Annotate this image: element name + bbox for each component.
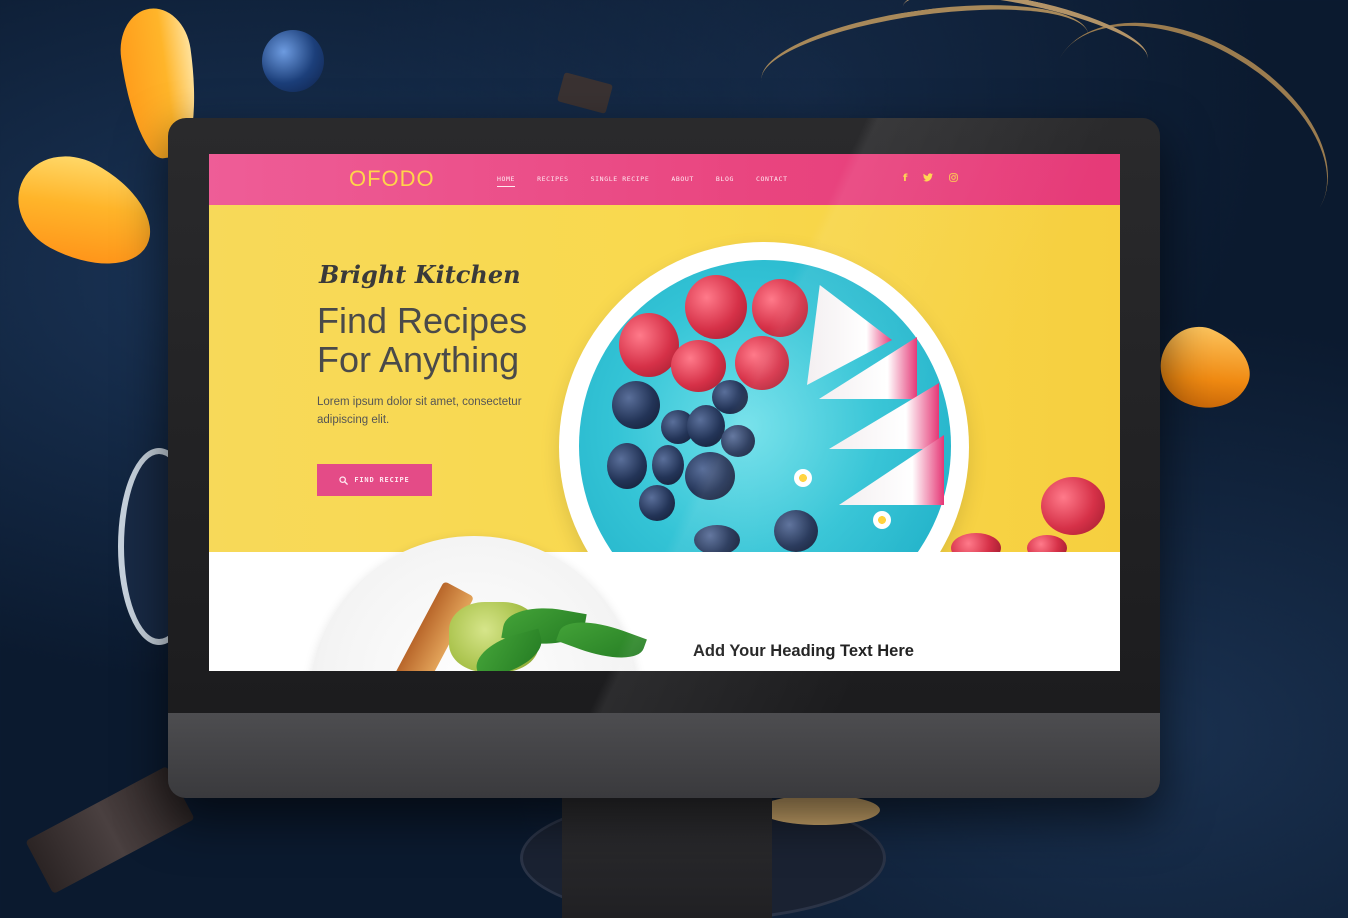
raspberry [619, 313, 679, 377]
blueberry [685, 452, 735, 500]
section-heading: Add Your Heading Text Here [693, 642, 914, 660]
facebook-icon[interactable]: f [903, 173, 907, 185]
search-icon [339, 475, 349, 485]
raspberry [951, 533, 1001, 552]
blueberry [721, 425, 755, 457]
blueberry [652, 445, 684, 485]
raspberry [735, 336, 789, 390]
raspberry [752, 279, 808, 337]
raspberry [1027, 535, 1067, 552]
nav-item-contact[interactable]: CONTACT [756, 175, 788, 187]
monitor-chin [168, 713, 1160, 798]
nav-item-single-recipe[interactable]: SINGLE RECIPE [591, 175, 650, 187]
blueberry [639, 485, 675, 521]
hero-title-line: Find Recipes [317, 300, 528, 341]
chocolate-piece [556, 72, 614, 114]
blueberry [607, 443, 647, 489]
blueberry [262, 30, 324, 92]
find-recipe-button[interactable]: FIND RECIPE [317, 464, 432, 496]
nav-item-about[interactable]: ABOUT [671, 175, 694, 187]
raspberry [685, 275, 747, 339]
blueberry [694, 525, 740, 552]
nav-item-recipes[interactable]: RECIPES [537, 175, 569, 187]
content-section: Add Your Heading Text Here [209, 536, 1120, 671]
site-logo[interactable]: OFODO [349, 166, 435, 192]
social-links: f [903, 173, 959, 185]
find-recipe-label: FIND RECIPE [354, 476, 410, 484]
hero-description: Lorem ipsum dolor sit amet, consectetur … [317, 396, 522, 426]
nav-item-blog[interactable]: BLOG [716, 175, 734, 187]
blueberry [774, 510, 818, 552]
raspberry [1041, 477, 1105, 535]
orange-slice [0, 137, 170, 288]
blueberry [712, 380, 748, 414]
monitor-stand [562, 798, 772, 918]
orange-slice [1148, 315, 1262, 423]
pancake [760, 795, 880, 825]
hero-title-line: For Anything [317, 339, 520, 380]
hero-title: Find Recipes For Anything [317, 301, 577, 379]
twitter-icon[interactable] [923, 173, 934, 185]
flower-garnish [794, 469, 812, 487]
hero-tagline: Bright Kitchen [319, 260, 521, 289]
website-screen: OFODO HOME RECIPES SINGLE RECIPE ABOUT B… [209, 154, 1120, 671]
main-menu: HOME RECIPES SINGLE RECIPE ABOUT BLOG CO… [497, 175, 788, 187]
navbar: OFODO HOME RECIPES SINGLE RECIPE ABOUT B… [209, 154, 1120, 205]
flower-garnish [873, 511, 891, 529]
nav-item-home[interactable]: HOME [497, 175, 516, 187]
blueberry [612, 381, 660, 429]
instagram-icon[interactable] [949, 173, 959, 185]
hero-section: Bright Kitchen Find Recipes For Anything… [209, 205, 1120, 552]
